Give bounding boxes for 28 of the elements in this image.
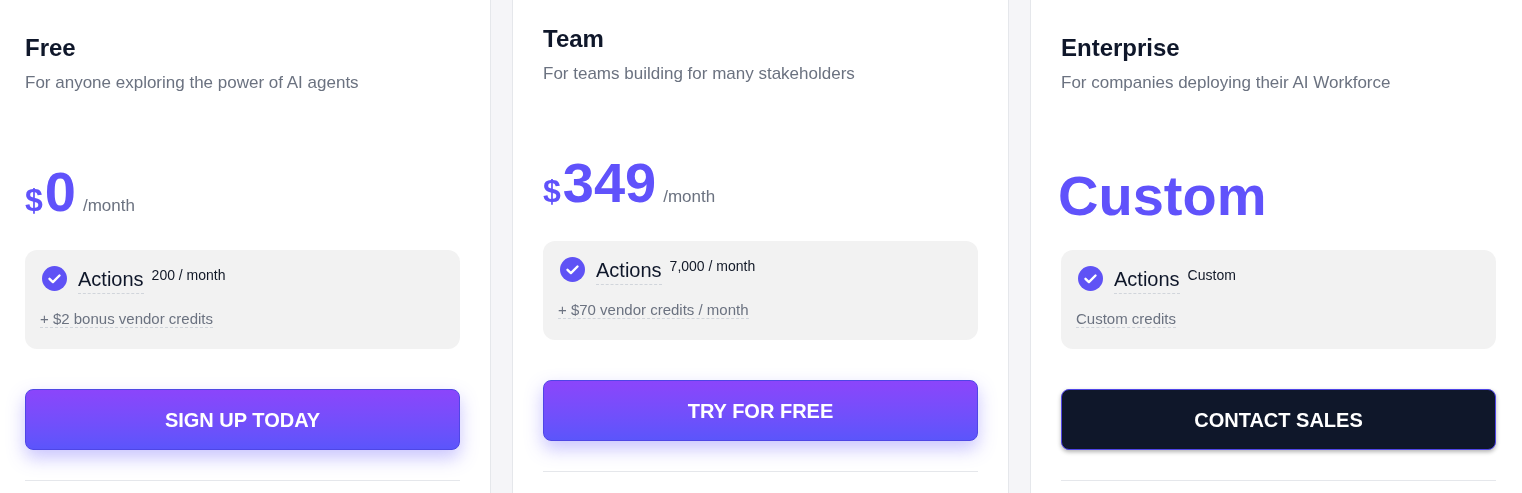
plan-button[interactable]: TRY FOR FREE [543,380,978,441]
feature-value: 200 / month [151,266,226,285]
price-amount: Custom [1058,168,1267,224]
feature-value: Custom [1187,266,1236,285]
price-amount: 0 [44,164,76,220]
plan-button[interactable]: CONTACT SALES [1061,389,1496,450]
plan-description: For companies deploying their AI Workforce [1061,72,1392,94]
plan-description: For anyone exploring the power of AI agents [25,72,360,94]
plan-name: Free [25,33,77,63]
credits-note[interactable]: + $2 bonus vendor credits [40,310,214,328]
plan-description: For teams building for many stakeholders [543,63,856,85]
credits-note[interactable]: Custom credits [1076,310,1177,328]
price-period: /month [82,197,135,214]
price-period: /month [663,188,716,205]
check-icon [1078,266,1103,291]
credits-note[interactable]: + $70 vendor credits / month [558,301,749,319]
plan-name: Team [543,24,605,54]
currency-symbol: $ [25,184,43,216]
feature-label[interactable]: Actions [596,256,662,285]
check-icon [42,266,67,291]
check-icon [560,257,585,282]
feature-label[interactable]: Actions [1114,265,1180,294]
price-amount: 349 [562,155,657,211]
feature-value: 7,000 / month [669,257,756,276]
feature-label[interactable]: Actions [78,265,144,294]
plan-name: Enterprise [1061,33,1181,63]
currency-symbol: $ [543,175,561,207]
plan-button[interactable]: SIGN UP TODAY [25,389,460,450]
